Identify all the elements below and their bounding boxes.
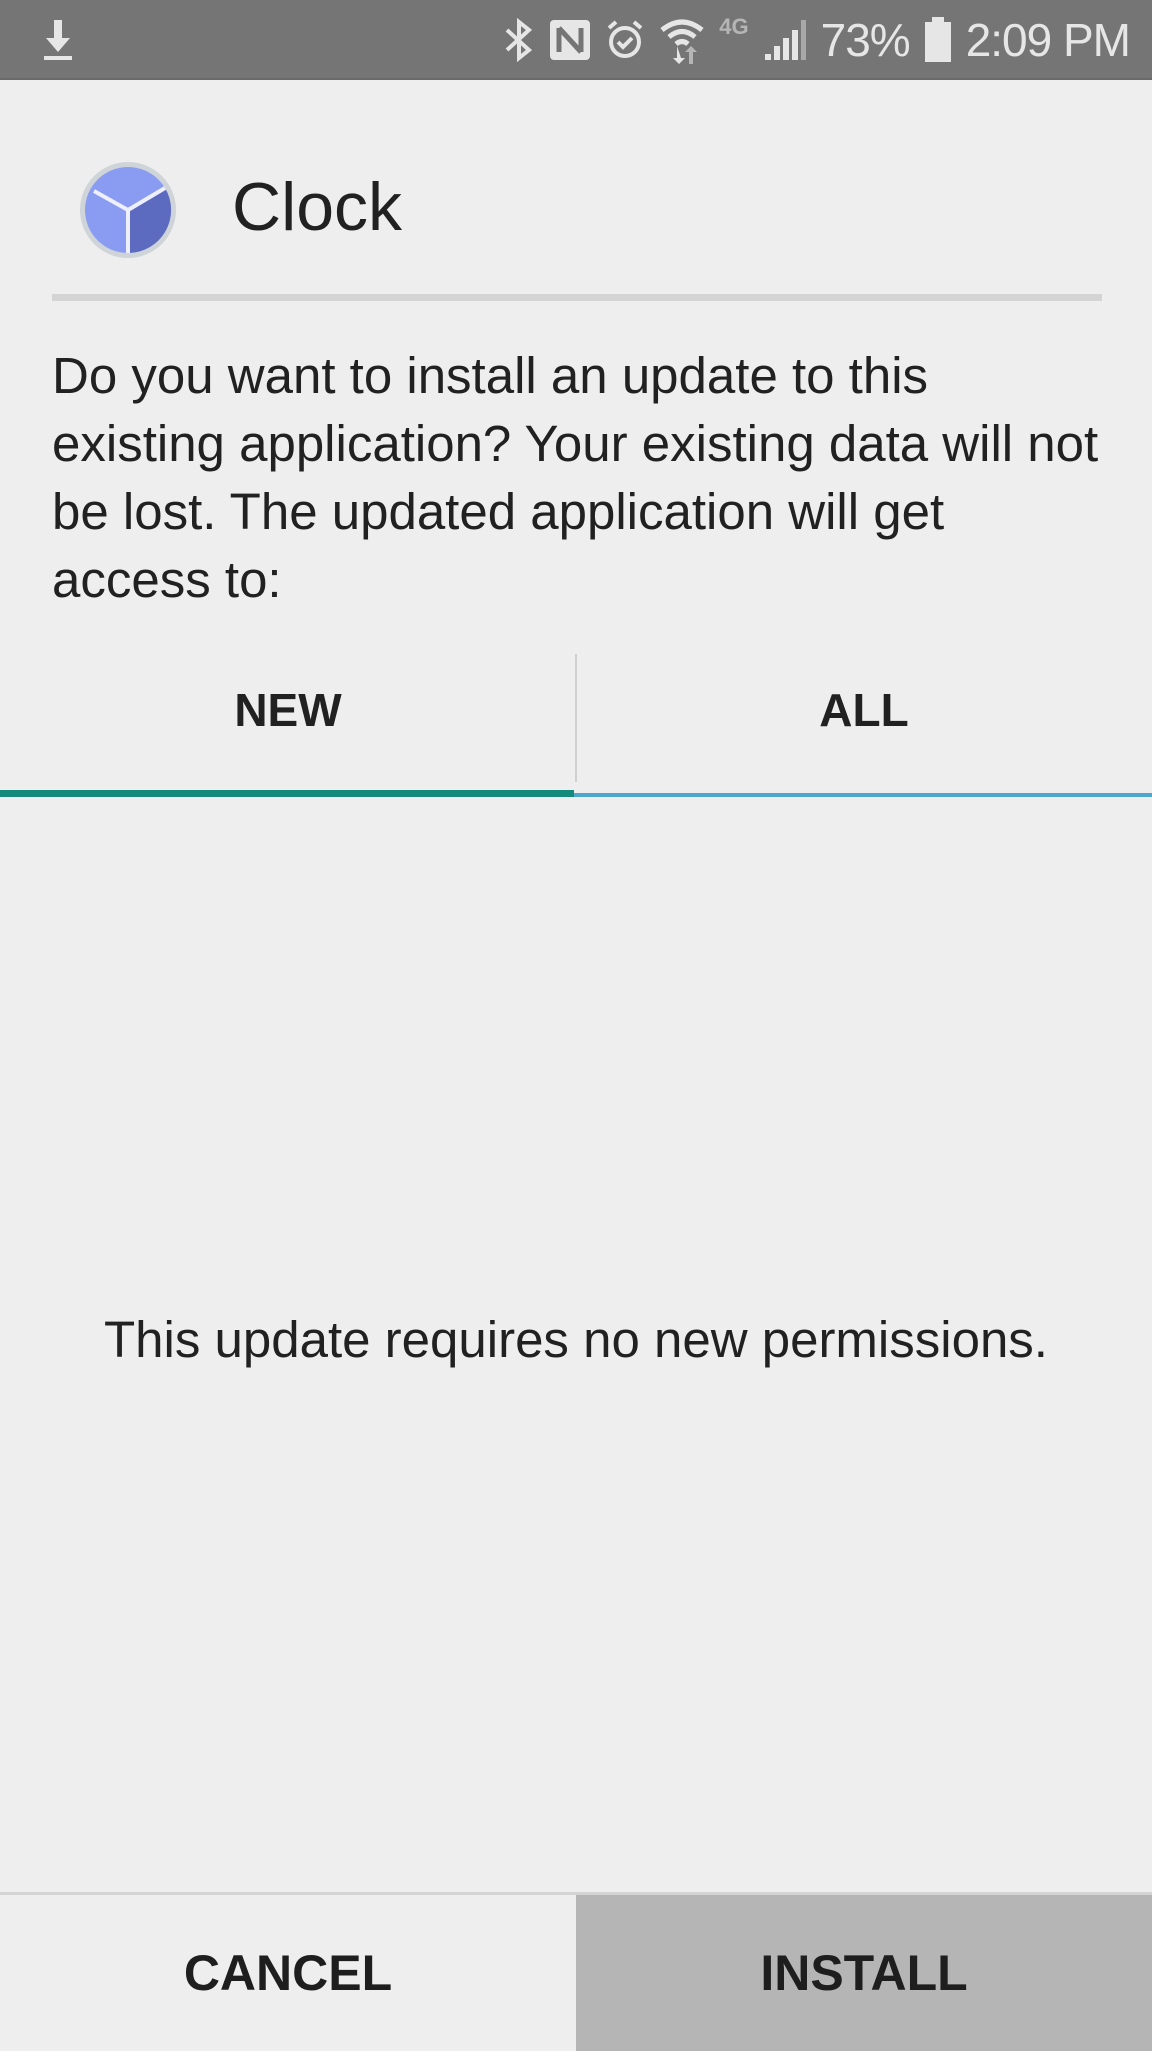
tab-indicator-unselected bbox=[574, 793, 1152, 797]
install-button[interactable]: INSTALL bbox=[576, 1895, 1152, 2051]
battery-icon bbox=[924, 17, 952, 63]
tab-indicator-selected bbox=[0, 790, 574, 797]
bluetooth-icon bbox=[503, 18, 535, 62]
tab-all[interactable]: ALL bbox=[576, 640, 1152, 780]
install-message: Do you want to install an update to this… bbox=[52, 347, 1099, 608]
download-icon bbox=[40, 18, 76, 62]
tab-new[interactable]: NEW bbox=[0, 640, 576, 780]
clock-app-icon bbox=[78, 160, 178, 260]
button-bar: CANCEL INSTALL bbox=[0, 1892, 1152, 2051]
signal-icon bbox=[763, 18, 807, 62]
no-permissions-message: This update requires no new permissions. bbox=[104, 1311, 1048, 1368]
battery-percent: 73% bbox=[820, 14, 911, 66]
4g-lte-icon: 4G bbox=[719, 14, 749, 39]
cancel-button[interactable]: CANCEL bbox=[0, 1895, 576, 2051]
alarm-icon bbox=[605, 18, 645, 62]
nfc-icon bbox=[549, 18, 591, 62]
wifi-icon bbox=[659, 16, 705, 64]
status-bar: 4G 73% 2:09 PM bbox=[0, 0, 1152, 80]
app-name: Clock bbox=[232, 169, 403, 245]
header-divider bbox=[52, 294, 1102, 301]
clock-time: 2:09 PM bbox=[965, 14, 1131, 66]
permission-tabs: NEW ALL bbox=[0, 640, 1152, 798]
